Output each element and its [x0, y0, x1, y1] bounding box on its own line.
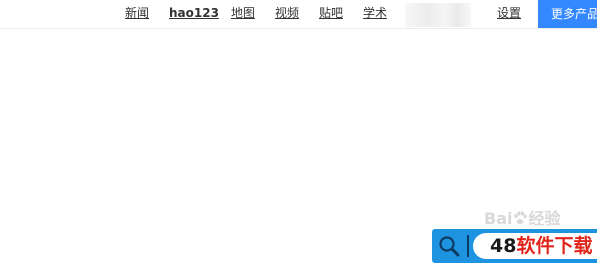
- badge-label-pill: 48软件下载: [473, 233, 597, 259]
- nav-link-hao123[interactable]: hao123: [169, 5, 219, 21]
- badge-text: 软件下载: [516, 235, 593, 257]
- blurred-user-area: [405, 3, 471, 27]
- nav-link-map[interactable]: 地图: [231, 5, 255, 21]
- nav-link-news[interactable]: 新闻: [125, 5, 149, 21]
- badge-label: 48软件下载: [490, 234, 592, 258]
- more-products-button[interactable]: 更多产品: [538, 0, 597, 28]
- nav-link-academic[interactable]: 学术: [363, 5, 387, 21]
- software-download-badge: 48软件下载: [432, 229, 597, 263]
- paw-icon: [514, 211, 527, 224]
- nav-link-video[interactable]: 视频: [275, 5, 299, 21]
- top-navigation-bar: 新闻 hao123 地图 视频 贴吧 学术 设置 更多产品: [0, 0, 597, 29]
- nav-link-tieba[interactable]: 贴吧: [319, 5, 343, 21]
- browser-page: 新闻 hao123 地图 视频 贴吧 学术 设置 更多产品 Bai 经验 48软…: [0, 0, 597, 263]
- settings-link[interactable]: 设置: [497, 5, 521, 21]
- badge-number: 48: [490, 235, 517, 257]
- search-icon: [439, 236, 460, 257]
- badge-divider: [467, 235, 469, 257]
- watermark-brand-right: 经验: [528, 209, 561, 228]
- watermark-brand-left: Bai: [484, 209, 513, 228]
